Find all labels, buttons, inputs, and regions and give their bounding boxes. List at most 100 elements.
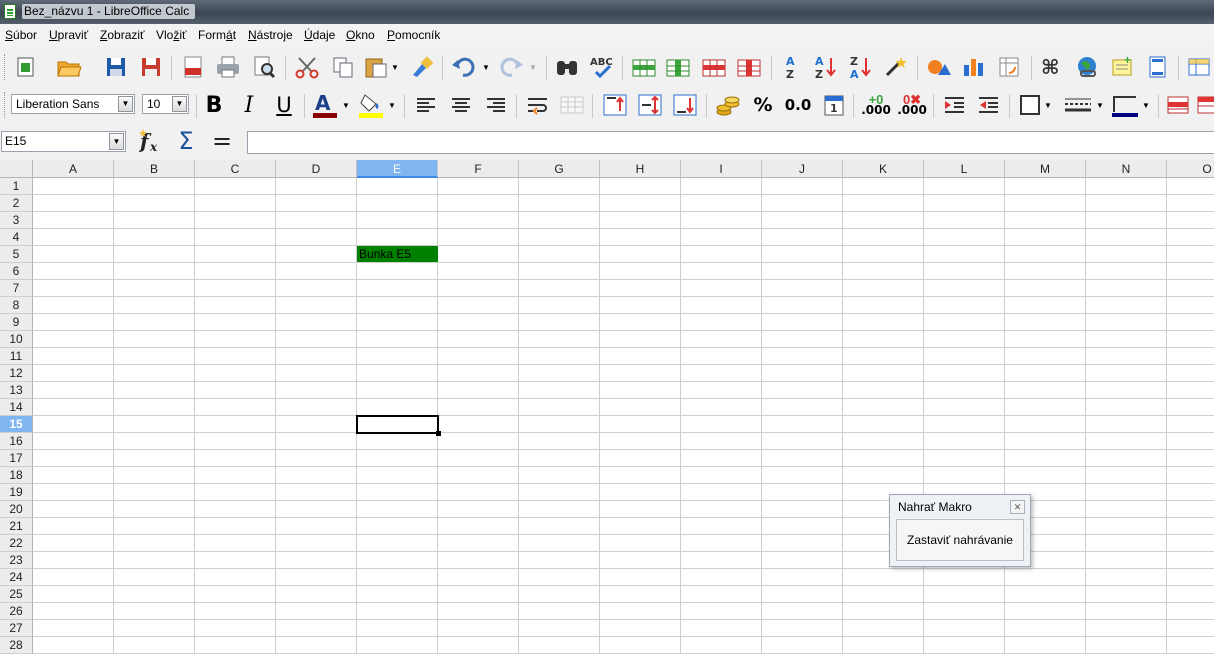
spellcheck-icon[interactable]: ABC — [588, 54, 614, 80]
row-header-28[interactable]: 28 — [0, 637, 33, 654]
row-header-15[interactable]: 15 — [0, 416, 33, 433]
pivot-table-icon[interactable] — [997, 54, 1023, 80]
row-header-2[interactable]: 2 — [0, 195, 33, 212]
spreadsheet-grid[interactable]: ABCDEFGHIJKLMNO 1 2 3 4 5 6 7 8 9 10 11 12 13 14 15 16 1… — [0, 160, 1214, 654]
comment-icon[interactable]: + — [1110, 54, 1136, 80]
background-color-dropdown-arrow-icon[interactable]: ▼ — [386, 92, 398, 118]
row-header-22[interactable]: 22 — [0, 535, 33, 552]
redo-icon[interactable] — [498, 54, 524, 80]
border-style-dropdown-arrow-icon[interactable]: ▼ — [1094, 92, 1106, 118]
font-name-combo[interactable]: Liberation Sans ▼ — [11, 94, 135, 114]
column-header-b[interactable]: B — [114, 160, 195, 178]
border-color-dropdown-arrow-icon[interactable]: ▼ — [1140, 92, 1152, 118]
merge-cells-icon[interactable] — [559, 92, 585, 118]
print-icon[interactable] — [215, 54, 241, 80]
column-header-a[interactable]: A — [33, 160, 114, 178]
row-header-26[interactable]: 26 — [0, 603, 33, 620]
export-pdf-icon[interactable] — [180, 54, 206, 80]
column-header-n[interactable]: N — [1086, 160, 1167, 178]
column-header-i[interactable]: I — [681, 160, 762, 178]
menu-data[interactable]: Údaje — [304, 28, 335, 42]
align-center-vertically-icon[interactable] — [637, 92, 663, 118]
font-color-icon[interactable]: A — [311, 91, 337, 118]
italic-button[interactable]: I — [236, 92, 262, 118]
delete-columns-icon[interactable] — [736, 54, 762, 80]
row-header-7[interactable]: 7 — [0, 280, 33, 297]
insert-columns-icon[interactable] — [665, 54, 691, 80]
column-header-m[interactable]: M — [1005, 160, 1086, 178]
currency-format-icon[interactable] — [715, 92, 741, 118]
autofilter-icon[interactable] — [883, 54, 909, 80]
sort-icon[interactable]: AZ — [780, 54, 806, 80]
chevron-down-icon[interactable]: ▼ — [109, 133, 124, 150]
column-header-j[interactable]: J — [762, 160, 843, 178]
align-top-icon[interactable] — [602, 92, 628, 118]
row-header-18[interactable]: 18 — [0, 467, 33, 484]
cell-cursor[interactable] — [356, 415, 439, 434]
delete-decimal-button[interactable]: 0✖ .000 — [896, 92, 928, 118]
find-replace-icon[interactable] — [554, 54, 580, 80]
menu-tools[interactable]: Nástroje — [248, 28, 293, 42]
sum-button[interactable]: Σ — [173, 127, 199, 155]
save-as-icon[interactable] — [138, 54, 164, 80]
paste-dropdown-arrow-icon[interactable]: ▼ — [389, 54, 401, 80]
row-header-8[interactable]: 8 — [0, 297, 33, 314]
delete-rows-icon[interactable] — [701, 54, 727, 80]
border-color-icon[interactable] — [1110, 92, 1140, 118]
function-equals-button[interactable]: = — [209, 127, 235, 155]
menu-file[interactable]: Súbor — [5, 28, 37, 42]
column-header-g[interactable]: G — [519, 160, 600, 178]
borders-dropdown-arrow-icon[interactable]: ▼ — [1042, 92, 1054, 118]
row-header-20[interactable]: 20 — [0, 501, 33, 518]
row-header-21[interactable]: 21 — [0, 518, 33, 535]
row-header-9[interactable]: 9 — [0, 314, 33, 331]
borders-icon[interactable] — [1017, 92, 1043, 118]
column-header-d[interactable]: D — [276, 160, 357, 178]
headers-footers-icon[interactable] — [1145, 54, 1171, 80]
column-header-k[interactable]: K — [843, 160, 924, 178]
align-center-icon[interactable] — [448, 92, 474, 118]
row-header-10[interactable]: 10 — [0, 331, 33, 348]
new-document-icon[interactable] — [13, 54, 39, 80]
chevron-down-icon[interactable]: ▼ — [172, 96, 187, 112]
toolbar-grip[interactable] — [4, 54, 8, 80]
chevron-down-icon[interactable]: ▼ — [118, 96, 133, 112]
toolbar-grip[interactable] — [4, 92, 8, 118]
add-decimal-button[interactable]: +0 .000 — [860, 92, 892, 118]
row-header-1[interactable]: 1 — [0, 178, 33, 195]
cell-e5[interactable]: Bunka E5 — [357, 246, 438, 262]
percent-format-button[interactable]: % — [750, 92, 776, 118]
date-format-icon[interactable]: 1 — [821, 92, 847, 118]
decrease-indent-icon[interactable] — [976, 92, 1002, 118]
undo-icon[interactable] — [451, 54, 477, 80]
insert-image-icon[interactable] — [926, 54, 952, 80]
paste-icon[interactable] — [363, 54, 389, 80]
row-header-19[interactable]: 19 — [0, 484, 33, 501]
function-wizard-icon[interactable]: fx — [137, 128, 165, 154]
menu-edit[interactable]: Upraviť — [49, 28, 88, 42]
sort-descending-icon[interactable]: ZA — [848, 54, 874, 80]
copy-icon[interactable] — [330, 54, 356, 80]
bold-button[interactable]: B — [201, 92, 227, 118]
cut-icon[interactable] — [294, 54, 320, 80]
formula-input[interactable] — [247, 131, 1214, 154]
row-header-16[interactable]: 16 — [0, 433, 33, 450]
hyperlink-icon[interactable] — [1075, 54, 1101, 80]
define-print-area-icon[interactable] — [1186, 54, 1212, 80]
close-icon[interactable]: ✕ — [1010, 500, 1025, 514]
row-header-25[interactable]: 25 — [0, 586, 33, 603]
row-header-14[interactable]: 14 — [0, 399, 33, 416]
clone-formatting-icon[interactable] — [409, 54, 435, 80]
sort-ascending-icon[interactable]: AZ — [813, 54, 839, 80]
insert-chart-icon[interactable] — [961, 54, 987, 80]
align-right-icon[interactable] — [483, 92, 509, 118]
undo-dropdown-arrow-icon[interactable]: ▼ — [480, 54, 492, 80]
name-box[interactable]: E15 ▼ — [1, 131, 126, 152]
menu-insert[interactable]: Vložiť — [156, 28, 187, 42]
row-header-23[interactable]: 23 — [0, 552, 33, 569]
column-header-e[interactable]: E — [357, 160, 438, 178]
menu-view[interactable]: Zobraziť — [100, 28, 145, 42]
stop-recording-button[interactable]: Zastaviť nahrávanie — [896, 519, 1024, 561]
conditional-formatting-icon[interactable] — [1165, 92, 1191, 118]
font-size-combo[interactable]: 10 ▼ — [142, 94, 189, 114]
